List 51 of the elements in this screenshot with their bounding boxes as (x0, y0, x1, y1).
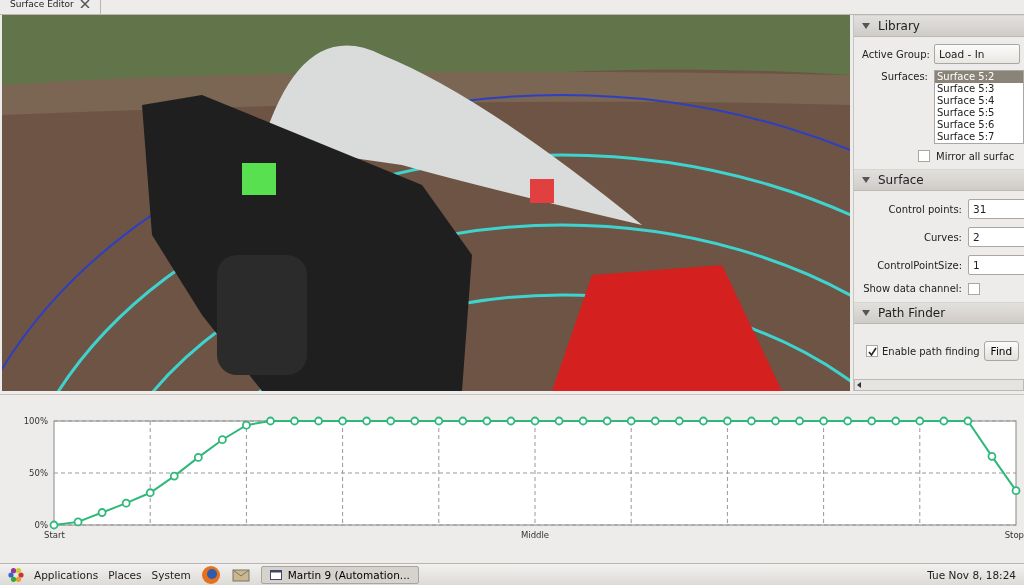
data-point (121, 498, 131, 508)
list-item[interactable]: Surface 5:5 (935, 107, 1023, 119)
globe-icon[interactable] (200, 564, 221, 585)
find-button[interactable]: Find (983, 341, 1020, 361)
section-header[interactable]: Library (854, 15, 1024, 37)
menu-item[interactable]: System (151, 568, 191, 581)
y-tick-label: 100% (23, 416, 48, 426)
x-tick-label: Stop (1004, 530, 1024, 540)
list-item[interactable]: Surface 5:2 (935, 71, 1023, 83)
checkbox[interactable] (918, 150, 930, 162)
data-point (97, 508, 107, 517)
section-header[interactable]: Surface (854, 169, 1024, 191)
input-field[interactable]: 31 (968, 199, 1024, 219)
flower-icon[interactable] (8, 566, 24, 583)
input-field[interactable]: 1 (968, 255, 1024, 275)
group-dropdown[interactable]: Load - In (934, 44, 1020, 64)
section-header[interactable]: Path Finder (854, 302, 1024, 324)
field-label: Control points: (887, 202, 962, 216)
data-point (193, 453, 203, 462)
taskbar-window-button[interactable]: Martin 9 (Automation... (260, 565, 419, 584)
field-label: Surfaces: (880, 70, 928, 83)
surfaces-list[interactable]: Surface 5:2 Surface 5:3 Surface 5:4 Surface 5:5 Surface 5:6 Surface 5:7 (934, 70, 1024, 144)
data-point (169, 471, 179, 481)
field-label: Curves: (922, 230, 962, 244)
y-tick-label: 0% (34, 520, 48, 530)
close-icon[interactable] (79, 0, 90, 8)
x-tick-label: Start (44, 530, 65, 540)
x-tick-label: Middle (520, 530, 550, 540)
data-point (217, 435, 227, 445)
checkbox[interactable] (866, 345, 878, 357)
field-label: Active Group: (862, 47, 928, 61)
data-point (145, 488, 155, 498)
clock: Tue Nov 8, 18:24 (927, 568, 1016, 581)
checkbox-label: Mirror all surfac (936, 150, 1015, 162)
y-tick-label: 50% (29, 468, 48, 478)
window-icon (269, 569, 282, 580)
list-item[interactable]: Surface 5:3 (935, 83, 1023, 95)
field-label: ControlPointSize: (876, 258, 962, 272)
horizontal-scrollbar[interactable] (854, 379, 1024, 391)
menu-item[interactable]: Applications (34, 568, 99, 581)
menu-item[interactable]: Places (108, 568, 142, 581)
left-arrow-icon[interactable] (855, 381, 863, 389)
input-field[interactable]: 2 (968, 227, 1024, 247)
checkbox[interactable] (968, 282, 980, 295)
checkbox-label: Enable path finding (882, 345, 980, 357)
list-item[interactable]: Surface 5:6 (935, 119, 1023, 131)
field-label: Show data channel: (862, 282, 962, 295)
data-point (987, 451, 997, 461)
list-item[interactable]: Surface 5:4 (935, 95, 1023, 107)
envelope-icon[interactable] (230, 566, 251, 583)
list-item[interactable]: Surface 5:7 (935, 131, 1023, 143)
